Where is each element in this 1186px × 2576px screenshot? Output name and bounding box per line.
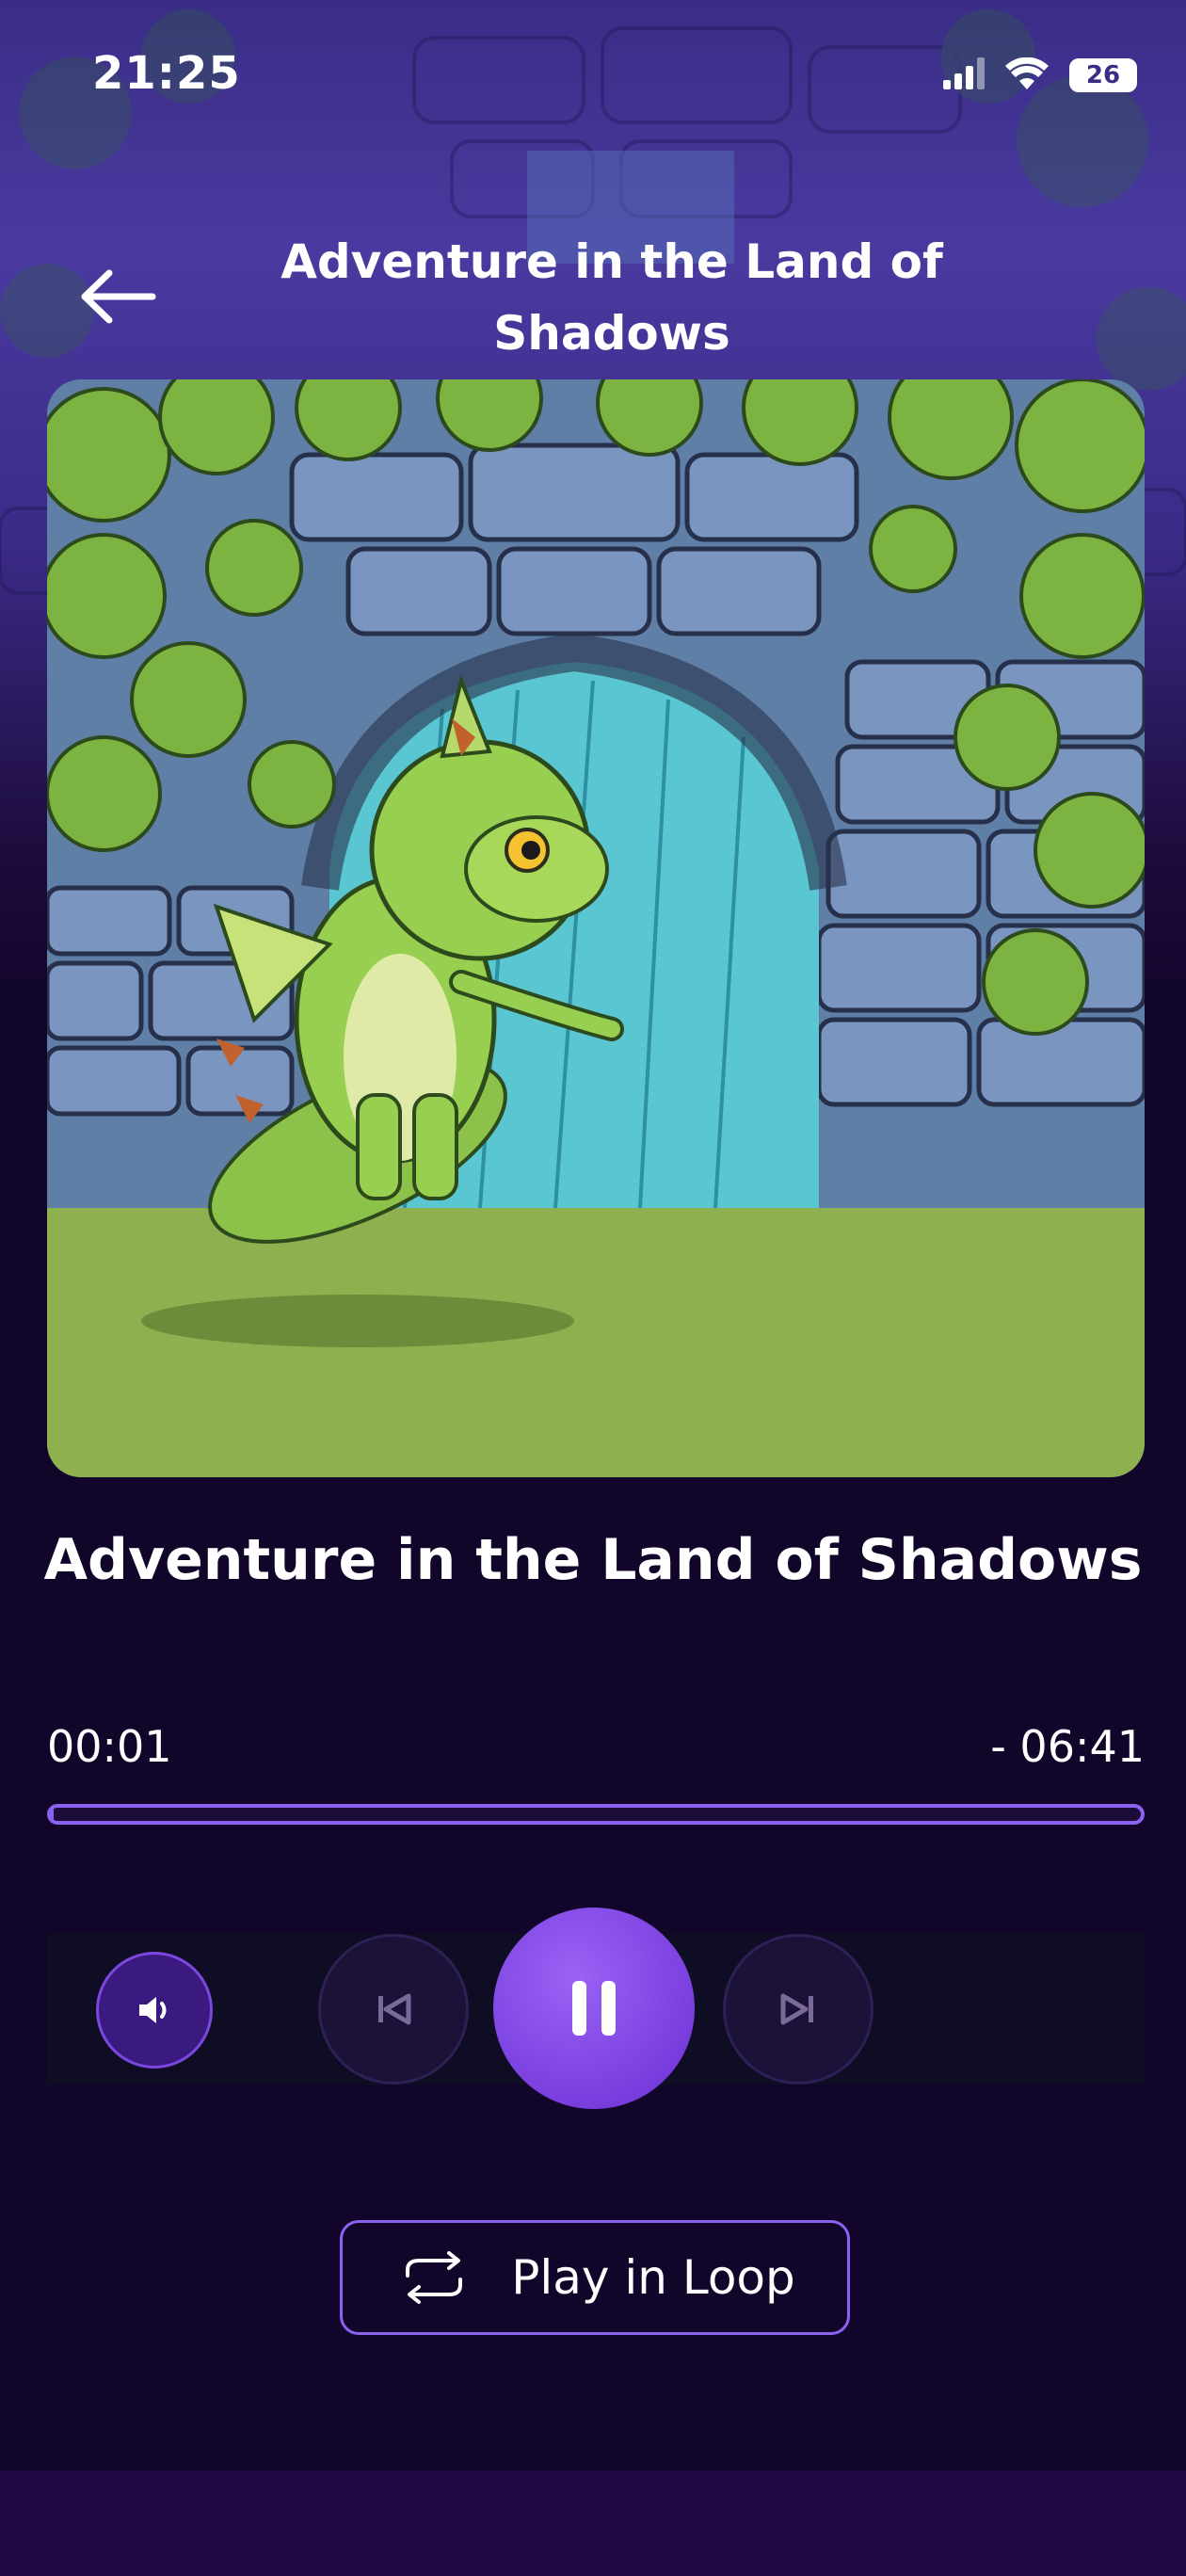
- status-bar: 21:25 26: [0, 0, 1186, 132]
- bottom-strip: [0, 2471, 1186, 2576]
- skip-forward-icon: [780, 1993, 813, 2025]
- repeat-icon: [406, 2251, 463, 2304]
- wifi-icon: [1005, 56, 1049, 93]
- header-title: Adventure in the Land of Shadows: [280, 234, 943, 361]
- pause-icon: [572, 1981, 616, 2036]
- header-bar: Adventure in the Land of Shadows: [0, 217, 1186, 377]
- signal-icon: [943, 57, 985, 93]
- elapsed-time: 00:01: [47, 1721, 172, 1772]
- previous-button[interactable]: [318, 1934, 469, 2085]
- cover-illustration: [47, 379, 1145, 1477]
- volume-button[interactable]: [96, 1952, 213, 2069]
- player-screen: 21:25 26 Adventure in the Land of Shadow…: [0, 0, 1186, 2576]
- progress-bar[interactable]: [47, 1804, 1145, 1825]
- loop-label: Play in Loop: [511, 2250, 795, 2305]
- pause-button[interactable]: [493, 1908, 695, 2109]
- status-icons: 26: [943, 55, 1137, 96]
- play-in-loop-button[interactable]: Play in Loop: [340, 2220, 850, 2335]
- battery-icon: 26: [1069, 58, 1137, 92]
- remaining-time: - 06:41: [990, 1721, 1145, 1772]
- speaker-icon: [139, 1997, 167, 2023]
- cover-image: [47, 379, 1145, 1477]
- track-title: Adventure in the Land of Shadows: [43, 1527, 1143, 1593]
- time-row: 00:01 - 06:41: [47, 1721, 1145, 1787]
- back-button[interactable]: [75, 264, 160, 330]
- playback-controls: [47, 1908, 1145, 2109]
- battery-level: 26: [1085, 61, 1121, 89]
- progress-fill: [51, 1808, 54, 1821]
- next-button[interactable]: [723, 1934, 873, 2085]
- status-time: 21:25: [92, 47, 241, 100]
- arrow-left-icon: [81, 269, 156, 324]
- skip-back-icon: [378, 1993, 411, 2025]
